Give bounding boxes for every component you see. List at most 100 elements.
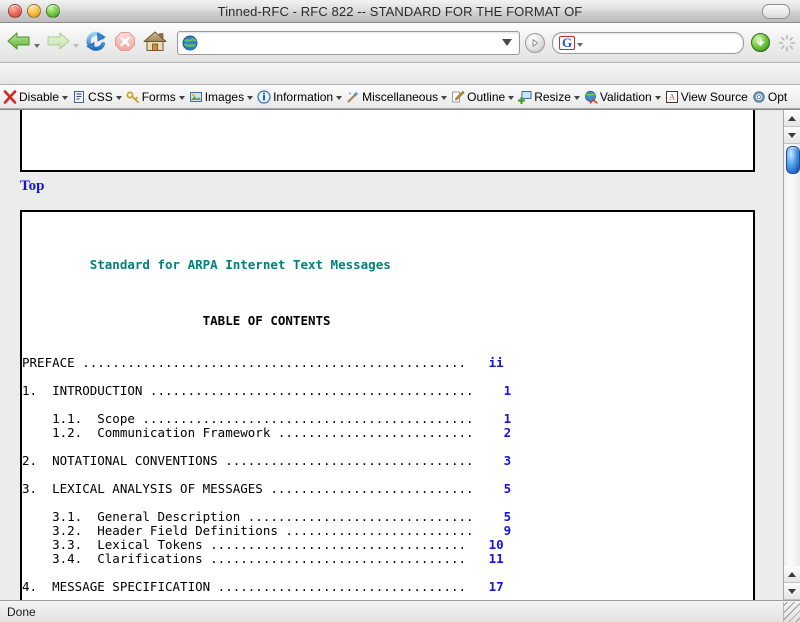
vertical-scrollbar[interactable]	[783, 110, 800, 600]
browser-window: Tinned-RFC - RFC 822 -- STANDARD FOR THE…	[0, 0, 800, 622]
chevron-down-icon[interactable]	[441, 96, 448, 100]
chevron-down-icon[interactable]	[247, 96, 254, 100]
devtool-item-resize[interactable]: Resize	[517, 86, 583, 107]
home-button[interactable]	[140, 26, 170, 60]
url-dropdown-icon[interactable]	[502, 39, 512, 46]
top-frame-box	[20, 110, 755, 172]
devtool-item-validation[interactable]: Validation	[583, 86, 664, 107]
devtool-item-view-source[interactable]: A View Source	[664, 86, 751, 107]
devtool-item-images[interactable]: Images	[188, 86, 256, 107]
scroll-up-arrow-icon	[788, 115, 796, 121]
resize-icon	[518, 90, 532, 104]
bookmarks-toolbar[interactable]	[0, 63, 800, 85]
resize-grip[interactable]	[783, 602, 800, 622]
forward-arrow-icon	[45, 30, 71, 55]
reload-icon	[84, 30, 108, 56]
document-heading: Standard for ARPA Internet Text Messages	[89, 257, 391, 272]
toc-page-link[interactable]: 5	[504, 481, 512, 496]
title-bar: Tinned-RFC - RFC 822 -- STANDARD FOR THE…	[0, 0, 800, 23]
devtool-label: View Source	[680, 89, 748, 104]
close-button[interactable]	[8, 4, 22, 18]
chevron-down-icon[interactable]	[573, 96, 580, 100]
toc-page-link[interactable]: ii	[489, 355, 504, 370]
toc-page-link[interactable]: 1	[504, 383, 512, 398]
status-text: Done	[7, 604, 36, 619]
back-button[interactable]	[4, 26, 42, 60]
toc-page-link[interactable]: 9	[504, 523, 512, 538]
forward-button[interactable]	[43, 26, 81, 60]
toc-page-link[interactable]: 17	[489, 579, 504, 594]
red-x-icon	[3, 89, 17, 104]
svg-text:A: A	[669, 91, 676, 101]
stop-icon	[113, 30, 137, 56]
devtool-label: Validation	[599, 89, 652, 104]
scroll-up-button[interactable]	[784, 110, 800, 127]
toc-page-link[interactable]: 2	[504, 425, 512, 440]
chevron-down-icon[interactable]	[115, 96, 122, 100]
scroll-down-button-bottom[interactable]	[784, 583, 800, 600]
scroll-up-arrow-icon-bottom	[788, 571, 796, 577]
rfc-document-text: Standard for ARPA Internet Text Messages…	[22, 257, 512, 594]
minimize-button[interactable]	[27, 4, 41, 18]
devtool-label: CSS	[88, 89, 113, 104]
images-picture-icon	[189, 90, 203, 104]
devtool-label: Disable	[19, 89, 60, 104]
devtool-label: Information	[273, 89, 334, 104]
devtool-label: Outline	[467, 89, 506, 104]
scrollbar-thumb[interactable]	[786, 146, 800, 174]
toc-page-link[interactable]: 10	[489, 537, 504, 552]
page-viewport[interactable]: Top Standard for ARPA Internet Text Mess…	[0, 110, 783, 600]
search-input[interactable]	[583, 35, 737, 50]
toc-page-link[interactable]: 11	[489, 551, 504, 566]
zoom-button[interactable]	[46, 4, 60, 18]
toc-page-link[interactable]: 3	[504, 453, 512, 468]
home-icon	[142, 30, 168, 56]
throbber-icon	[778, 34, 796, 52]
scroll-up-button-bottom[interactable]	[784, 566, 800, 583]
devtool-item-miscellaneous[interactable]: Miscellaneous	[345, 86, 450, 107]
devtool-label: Miscellaneous	[362, 89, 439, 104]
devtool-label: Images	[204, 89, 245, 104]
scroll-down-button[interactable]	[784, 127, 800, 144]
view-source-icon: A	[665, 90, 679, 104]
devtool-item-css[interactable]: CSS	[71, 86, 125, 107]
scroll-down-arrow-icon-bottom	[788, 588, 796, 594]
stop-button[interactable]	[111, 26, 139, 60]
devtool-item-forms[interactable]: Forms	[125, 86, 188, 107]
scroll-down-arrow-icon	[788, 132, 796, 138]
css-document-icon	[72, 90, 86, 104]
devtool-label: Forms	[141, 89, 176, 104]
validation-globe-icon	[584, 90, 598, 104]
chevron-down-icon[interactable]	[508, 96, 515, 100]
toc-page-link[interactable]: 5	[504, 509, 512, 524]
download-arrow-icon	[757, 37, 764, 46]
miscellaneous-wand-icon	[346, 90, 360, 104]
content-row: Top Standard for ARPA Internet Text Mess…	[0, 109, 800, 600]
go-button[interactable]	[525, 32, 545, 53]
url-input[interactable]	[198, 35, 502, 50]
options-gear-icon	[752, 90, 766, 104]
devtool-item-opt[interactable]: Opt	[751, 86, 790, 107]
url-bar[interactable]	[177, 30, 520, 55]
chevron-down-icon[interactable]	[178, 96, 185, 100]
download-button[interactable]	[751, 33, 770, 52]
google-search-engine-icon[interactable]: G	[559, 35, 576, 50]
document-box: Standard for ARPA Internet Text Messages…	[20, 210, 755, 600]
scrollbar-bottom-buttons[interactable]	[784, 566, 800, 600]
top-anchor-link[interactable]: Top	[20, 178, 44, 195]
devtool-item-disable[interactable]: Disable	[2, 86, 71, 107]
search-bar[interactable]: G	[552, 31, 744, 54]
forms-key-icon	[126, 90, 140, 104]
devtool-item-outline[interactable]: Outline	[450, 86, 517, 107]
toc-page-link[interactable]: 1	[504, 411, 512, 426]
reload-button[interactable]	[82, 26, 110, 60]
outline-pencil-icon	[451, 90, 465, 104]
toc-title: TABLE OF CONTENTS	[202, 313, 331, 328]
devtool-item-information[interactable]: Information	[256, 86, 345, 107]
back-history-caret-icon[interactable]	[34, 43, 40, 48]
chevron-down-icon[interactable]	[336, 96, 343, 100]
chevron-down-icon[interactable]	[654, 96, 661, 100]
toolbar-toggle-button[interactable]	[762, 4, 790, 19]
devtool-label: Opt	[767, 89, 788, 104]
chevron-down-icon[interactable]	[62, 96, 69, 100]
